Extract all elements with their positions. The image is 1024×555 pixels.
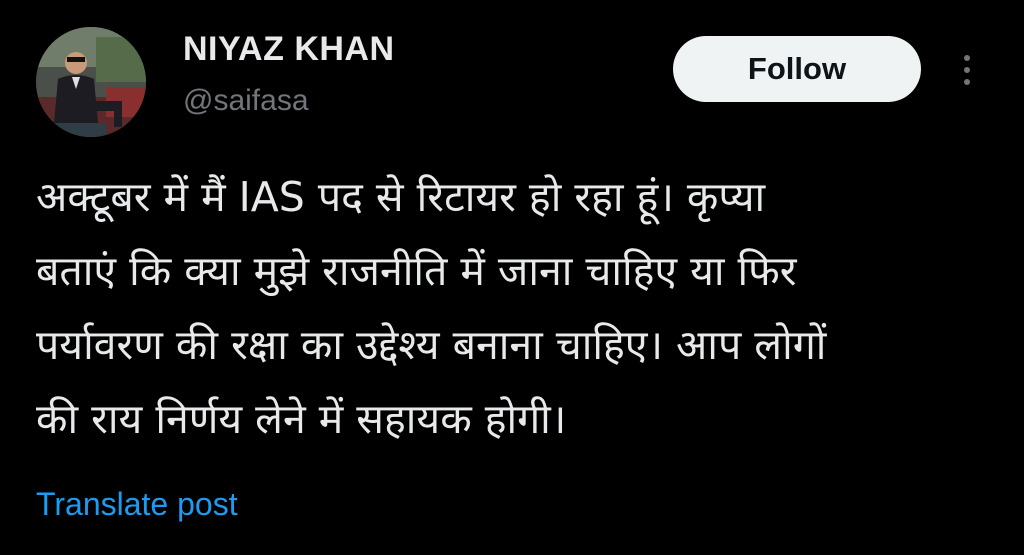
author-display-name[interactable]: NIYAZ KHAN (183, 30, 395, 69)
profile-photo (36, 27, 146, 137)
more-vertical-icon[interactable] (950, 48, 984, 92)
translate-post-link[interactable]: Translate post (36, 486, 238, 523)
post-text: अक्टूबर में मैं IAS पद से रिटायर हो रहा … (36, 173, 827, 443)
more-dot (964, 79, 970, 85)
more-dot (964, 67, 970, 73)
avatar[interactable] (36, 27, 146, 137)
follow-button[interactable]: Follow (673, 36, 921, 102)
author-handle[interactable]: @saifasa (183, 84, 309, 118)
more-dot (964, 55, 970, 61)
